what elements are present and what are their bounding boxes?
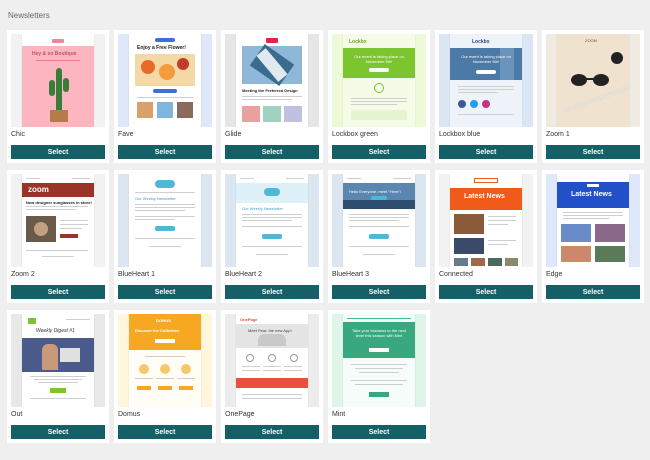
template-card-blueheart-3[interactable]: Hello Everyone, meet "Here"! BlueHeart 3…	[328, 170, 430, 303]
select-button[interactable]: Select	[225, 425, 319, 439]
template-name: Glide	[225, 131, 242, 138]
template-thumbnail[interactable]: Meeting the Preferred Design	[225, 34, 319, 127]
template-thumbnail[interactable]: Our Weekly Newsletter	[225, 174, 319, 267]
template-thumbnail[interactable]: Lockbx Our event is taking place on Nove…	[332, 34, 426, 127]
template-card-edge[interactable]: Latest News Edge Select	[542, 170, 644, 303]
template-thumbnail[interactable]: Hey & so Boutique	[11, 34, 105, 127]
template-name: BlueHeart 2	[225, 271, 262, 278]
select-button[interactable]: Select	[118, 285, 212, 299]
template-name: Edge	[546, 271, 563, 278]
template-card-domus[interactable]: DOMUS Discover the Collection Domus Sele…	[114, 310, 216, 443]
template-thumbnail[interactable]: OnePage Meet Pear, the new App!	[225, 314, 319, 407]
select-button[interactable]: Select	[546, 285, 640, 299]
template-card-zoom-1[interactable]: ZOOM new designer sunglasses in store Zo…	[542, 30, 644, 163]
template-thumbnail[interactable]: Latest News	[439, 174, 533, 267]
template-name: Connected	[439, 271, 473, 278]
select-button[interactable]: Select	[332, 425, 426, 439]
template-card-lockbox-blue[interactable]: Lockbx Our event is taking place on Nove…	[435, 30, 537, 163]
select-button[interactable]: Select	[118, 145, 212, 159]
template-name: Out	[11, 411, 23, 418]
template-name: Lockbox blue	[439, 131, 481, 138]
template-thumbnail[interactable]: Weekly Digest #1	[11, 314, 105, 407]
template-card-connected[interactable]: Latest News Connected Select	[435, 170, 537, 303]
template-card-mint[interactable]: Take your business to the next level thi…	[328, 310, 430, 443]
template-name: Lockbox green	[332, 131, 378, 138]
template-name: Chic	[11, 131, 26, 138]
template-thumbnail[interactable]: Take your business to the next level thi…	[332, 314, 426, 407]
template-card-lockbox-green[interactable]: Lockbx Our event is taking place on Nove…	[328, 30, 430, 163]
template-thumbnail[interactable]: ZOOM new designer sunglasses in store	[546, 34, 640, 127]
select-button[interactable]: Select	[439, 145, 533, 159]
select-button[interactable]: Select	[225, 145, 319, 159]
select-button[interactable]: Select	[439, 285, 533, 299]
template-name: Zoom 2	[11, 271, 35, 278]
template-thumbnail[interactable]: Our Weekly Newsletter	[118, 174, 212, 267]
template-card-fave[interactable]: Enjoy a Free Flower! Fave Select	[114, 30, 216, 163]
template-thumbnail[interactable]: Enjoy a Free Flower!	[118, 34, 212, 127]
select-button[interactable]: Select	[332, 145, 426, 159]
select-button[interactable]: Select	[118, 425, 212, 439]
template-thumbnail[interactable]: DOMUS Discover the Collection	[118, 314, 212, 407]
template-card-chic[interactable]: Hey & so Boutique Chic Select	[7, 30, 109, 163]
template-card-blueheart-2[interactable]: Our Weekly Newsletter BlueHeart 2 Select	[221, 170, 323, 303]
page-title: Newsletters	[8, 11, 50, 20]
template-card-glide[interactable]: Meeting the Preferred Design Glide Selec…	[221, 30, 323, 163]
template-name: BlueHeart 3	[332, 271, 369, 278]
select-button[interactable]: Select	[225, 285, 319, 299]
template-thumbnail[interactable]: zoom New designer sunglasses in store!	[11, 174, 105, 267]
template-name: Mint	[332, 411, 346, 418]
template-name: BlueHeart 1	[118, 271, 155, 278]
template-card-zoom-2[interactable]: zoom New designer sunglasses in store! Z…	[7, 170, 109, 303]
template-thumbnail[interactable]: Latest News	[546, 174, 640, 267]
select-button[interactable]: Select	[11, 145, 105, 159]
template-card-out[interactable]: Weekly Digest #1 Out Select	[7, 310, 109, 443]
template-card-blueheart-1[interactable]: Our Weekly Newsletter BlueHeart 1 Select	[114, 170, 216, 303]
template-name: OnePage	[225, 411, 255, 418]
template-grid: Hey & so Boutique Chic Select Enjoy a Fr…	[7, 30, 644, 443]
select-button[interactable]: Select	[332, 285, 426, 299]
template-thumbnail[interactable]: Lockbx Our event is taking place on Nove…	[439, 34, 533, 127]
template-card-onepage[interactable]: OnePage Meet Pear, the new App! OnePage …	[221, 310, 323, 443]
select-button[interactable]: Select	[11, 285, 105, 299]
template-thumbnail[interactable]: Hello Everyone, meet "Here"!	[332, 174, 426, 267]
template-name: Zoom 1	[546, 131, 570, 138]
select-button[interactable]: Select	[546, 145, 640, 159]
template-name: Domus	[118, 411, 141, 418]
select-button[interactable]: Select	[11, 425, 105, 439]
template-name: Fave	[118, 131, 134, 138]
